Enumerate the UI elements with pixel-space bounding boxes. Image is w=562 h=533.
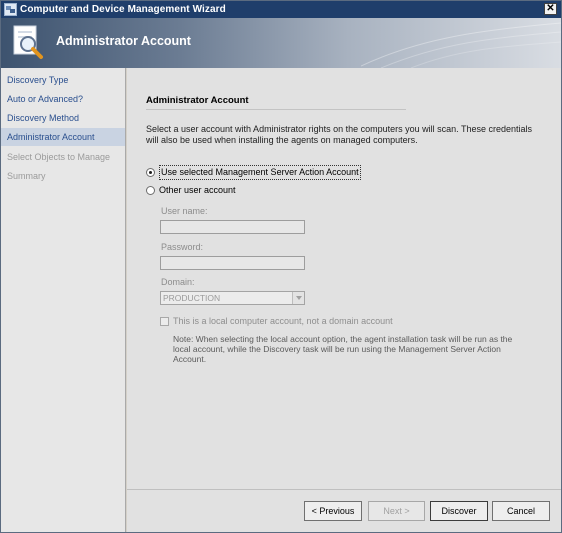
title-bar: Computer and Device Management Wizard ✕: [1, 1, 561, 18]
checkbox-box[interactable]: [160, 316, 169, 326]
wizard-banner: Administrator Account: [1, 18, 561, 68]
sidebar-item-discovery-type[interactable]: Discovery Type: [1, 71, 125, 89]
wizard-steps-sidebar: Discovery Type Auto or Advanced? Discove…: [1, 68, 126, 532]
title-divider: [146, 109, 406, 110]
sidebar-item-administrator-account[interactable]: Administrator Account: [1, 128, 125, 146]
footer-divider: [127, 489, 561, 490]
next-button: Next >: [368, 501, 425, 521]
page-description: Select a user account with Administrator…: [146, 124, 533, 145]
sidebar-item-discovery-method[interactable]: Discovery Method: [1, 109, 125, 127]
domain-dropdown[interactable]: PRODUCTION: [160, 291, 305, 305]
sidebar-item-select-objects: Select Objects to Manage: [7, 152, 111, 162]
radio-action-account[interactable]: Use selected Management Server Action Ac…: [146, 164, 361, 180]
discovery-magnifier-icon: [13, 25, 43, 59]
radio-button-selected[interactable]: [146, 167, 155, 177]
cancel-button[interactable]: Cancel: [492, 501, 550, 521]
username-field[interactable]: [160, 220, 305, 234]
password-field[interactable]: [160, 256, 305, 270]
local-account-note: Note: When selecting the local account o…: [173, 334, 513, 364]
local-account-checkbox[interactable]: This is a local computer account, not a …: [160, 316, 393, 326]
sidebar-item-summary: Summary: [7, 171, 46, 181]
banner-title: Administrator Account: [56, 34, 191, 48]
banner-decoration: [361, 22, 561, 68]
close-icon[interactable]: ✕: [544, 3, 557, 15]
password-label: Password:: [161, 242, 204, 252]
radio-other-account[interactable]: Other user account: [146, 183, 236, 197]
radio-other-account-label: Other user account: [159, 184, 236, 195]
wizard-icon: [4, 3, 17, 16]
wizard-page: Administrator Account Select a user acco…: [127, 68, 561, 532]
domain-label: Domain:: [161, 277, 195, 287]
previous-button[interactable]: < Previous: [304, 501, 362, 521]
sidebar-item-auto-or-advanced[interactable]: Auto or Advanced?: [1, 90, 125, 108]
radio-button[interactable]: [146, 185, 155, 195]
page-title: Administrator Account: [146, 95, 249, 106]
window-title: Computer and Device Management Wizard: [20, 4, 226, 15]
discover-button[interactable]: Discover: [430, 501, 488, 521]
username-label: User name:: [161, 206, 208, 216]
radio-action-account-label: Use selected Management Server Action Ac…: [159, 164, 361, 180]
local-account-checkbox-label: This is a local computer account, not a …: [173, 316, 393, 326]
chevron-down-icon[interactable]: [292, 292, 304, 304]
domain-value: PRODUCTION: [163, 293, 221, 303]
wizard-window: Computer and Device Management Wizard ✕ …: [0, 0, 562, 533]
